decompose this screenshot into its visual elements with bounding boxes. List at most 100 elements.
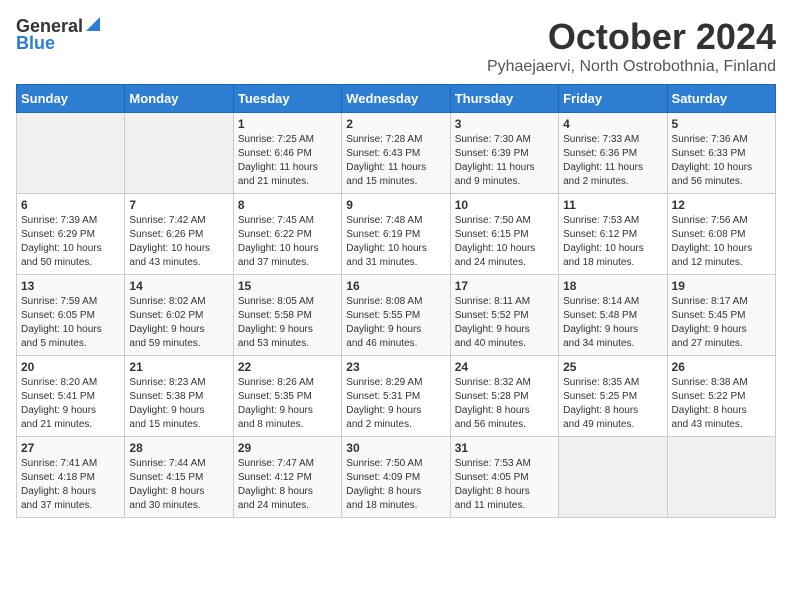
day-number: 6 (21, 198, 120, 212)
day-number: 1 (238, 117, 337, 131)
day-info: Sunrise: 7:59 AM Sunset: 6:05 PM Dayligh… (21, 295, 120, 351)
logo: General Blue (16, 16, 100, 54)
location-title: Pyhaejaervi, North Ostrobothnia, Finland (487, 58, 776, 76)
calendar-cell (667, 437, 775, 518)
day-info: Sunrise: 7:50 AM Sunset: 4:09 PM Dayligh… (346, 457, 445, 513)
day-header-saturday: Saturday (667, 85, 775, 113)
calendar-cell: 25Sunrise: 8:35 AM Sunset: 5:25 PM Dayli… (559, 356, 667, 437)
calendar-cell: 26 Sunrise: 8:38 AM Sunset: 5:22 PM Dayli… (667, 356, 775, 437)
calendar-week-2: 6 Sunrise: 7:39 AM Sunset: 6:29 PM Daylig… (17, 194, 776, 275)
day-number: 27 (21, 441, 120, 455)
calendar-cell: 19Sunrise: 8:17 AM Sunset: 5:45 PM Dayli… (667, 275, 775, 356)
calendar-cell (559, 437, 667, 518)
day-number: 16 (346, 279, 445, 293)
day-number: 28 (129, 441, 228, 455)
day-header-friday: Friday (559, 85, 667, 113)
day-info: Sunrise: 8:08 AM Sunset: 5:55 PM Dayligh… (346, 295, 445, 351)
calendar-cell: 6 Sunrise: 7:39 AM Sunset: 6:29 PM Daylig… (17, 194, 125, 275)
calendar-cell: 16 Sunrise: 8:08 AM Sunset: 5:55 PM Dayli… (342, 275, 450, 356)
calendar-cell: 15Sunrise: 8:05 AM Sunset: 5:58 PM Dayli… (233, 275, 341, 356)
logo-blue-text: Blue (16, 33, 55, 54)
day-number: 21 (129, 360, 228, 374)
header-row: SundayMondayTuesdayWednesdayThursdayFrid… (17, 85, 776, 113)
day-header-monday: Monday (125, 85, 233, 113)
calendar-cell: 13 Sunrise: 7:59 AM Sunset: 6:05 PM Dayli… (17, 275, 125, 356)
calendar-cell: 3 Sunrise: 7:30 AM Sunset: 6:39 PM Daylig… (450, 113, 558, 194)
calendar-cell: 23 Sunrise: 8:29 AM Sunset: 5:31 PM Dayli… (342, 356, 450, 437)
day-number: 20 (21, 360, 120, 374)
calendar-cell: 7Sunrise: 7:42 AM Sunset: 6:26 PM Daylig… (125, 194, 233, 275)
day-number: 18 (563, 279, 662, 293)
calendar-cell: 9 Sunrise: 7:48 AM Sunset: 6:19 PM Daylig… (342, 194, 450, 275)
logo-triangle-icon (86, 17, 100, 36)
day-number: 12 (672, 198, 771, 212)
day-info: Sunrise: 8:38 AM Sunset: 5:22 PM Dayligh… (672, 376, 771, 432)
day-info: Sunrise: 7:50 AM Sunset: 6:15 PM Dayligh… (455, 214, 554, 270)
header: General Blue October 2024 Pyhaejaervi, N… (16, 16, 776, 76)
calendar-week-5: 27 Sunrise: 7:41 AM Sunset: 4:18 PM Dayli… (17, 437, 776, 518)
calendar-table: SundayMondayTuesdayWednesdayThursdayFrid… (16, 84, 776, 518)
day-info: Sunrise: 7:53 AM Sunset: 6:12 PM Dayligh… (563, 214, 662, 270)
day-info: Sunrise: 8:02 AM Sunset: 6:02 PM Dayligh… (129, 295, 228, 351)
day-number: 9 (346, 198, 445, 212)
day-number: 26 (672, 360, 771, 374)
calendar-cell: 5 Sunrise: 7:36 AM Sunset: 6:33 PM Daylig… (667, 113, 775, 194)
day-number: 7 (129, 198, 228, 212)
day-info: Sunrise: 7:41 AM Sunset: 4:18 PM Dayligh… (21, 457, 120, 513)
calendar-cell (17, 113, 125, 194)
calendar-cell: 2Sunrise: 7:28 AM Sunset: 6:43 PM Daylig… (342, 113, 450, 194)
day-info: Sunrise: 8:29 AM Sunset: 5:31 PM Dayligh… (346, 376, 445, 432)
calendar-cell: 10Sunrise: 7:50 AM Sunset: 6:15 PM Dayli… (450, 194, 558, 275)
day-header-wednesday: Wednesday (342, 85, 450, 113)
calendar-body: 1 Sunrise: 7:25 AM Sunset: 6:46 PM Daylig… (17, 113, 776, 518)
day-info: Sunrise: 8:23 AM Sunset: 5:38 PM Dayligh… (129, 376, 228, 432)
day-header-thursday: Thursday (450, 85, 558, 113)
day-info: Sunrise: 7:39 AM Sunset: 6:29 PM Dayligh… (21, 214, 120, 270)
day-number: 3 (455, 117, 554, 131)
day-number: 25 (563, 360, 662, 374)
calendar-cell: 8Sunrise: 7:45 AM Sunset: 6:22 PM Daylig… (233, 194, 341, 275)
day-number: 4 (563, 117, 662, 131)
calendar-cell: 12 Sunrise: 7:56 AM Sunset: 6:08 PM Dayli… (667, 194, 775, 275)
day-info: Sunrise: 7:36 AM Sunset: 6:33 PM Dayligh… (672, 133, 771, 189)
day-number: 13 (21, 279, 120, 293)
calendar-cell: 17 Sunrise: 8:11 AM Sunset: 5:52 PM Dayli… (450, 275, 558, 356)
calendar-cell: 29 Sunrise: 7:47 AM Sunset: 4:12 PM Dayli… (233, 437, 341, 518)
day-number: 22 (238, 360, 337, 374)
day-number: 17 (455, 279, 554, 293)
calendar-cell: 1 Sunrise: 7:25 AM Sunset: 6:46 PM Daylig… (233, 113, 341, 194)
calendar-cell: 31 Sunrise: 7:53 AM Sunset: 4:05 PM Dayli… (450, 437, 558, 518)
day-number: 14 (129, 279, 228, 293)
title-area: October 2024 Pyhaejaervi, North Ostrobot… (487, 16, 776, 76)
calendar-week-1: 1 Sunrise: 7:25 AM Sunset: 6:46 PM Daylig… (17, 113, 776, 194)
calendar-cell: 27 Sunrise: 7:41 AM Sunset: 4:18 PM Dayli… (17, 437, 125, 518)
calendar-cell: 14 Sunrise: 8:02 AM Sunset: 6:02 PM Dayli… (125, 275, 233, 356)
day-number: 30 (346, 441, 445, 455)
day-number: 23 (346, 360, 445, 374)
calendar-cell: 4 Sunrise: 7:33 AM Sunset: 6:36 PM Daylig… (559, 113, 667, 194)
day-info: Sunrise: 7:30 AM Sunset: 6:39 PM Dayligh… (455, 133, 554, 189)
day-number: 5 (672, 117, 771, 131)
day-info: Sunrise: 7:33 AM Sunset: 6:36 PM Dayligh… (563, 133, 662, 189)
day-info: Sunrise: 7:56 AM Sunset: 6:08 PM Dayligh… (672, 214, 771, 270)
calendar-cell: 28Sunrise: 7:44 AM Sunset: 4:15 PM Dayli… (125, 437, 233, 518)
day-info: Sunrise: 7:53 AM Sunset: 4:05 PM Dayligh… (455, 457, 554, 513)
day-info: Sunrise: 8:32 AM Sunset: 5:28 PM Dayligh… (455, 376, 554, 432)
calendar-cell: 18Sunrise: 8:14 AM Sunset: 5:48 PM Dayli… (559, 275, 667, 356)
calendar-cell: 30 Sunrise: 7:50 AM Sunset: 4:09 PM Dayli… (342, 437, 450, 518)
day-info: Sunrise: 7:48 AM Sunset: 6:19 PM Dayligh… (346, 214, 445, 270)
calendar-cell: 11Sunrise: 7:53 AM Sunset: 6:12 PM Dayli… (559, 194, 667, 275)
day-info: Sunrise: 7:25 AM Sunset: 6:46 PM Dayligh… (238, 133, 337, 189)
day-number: 29 (238, 441, 337, 455)
day-info: Sunrise: 8:11 AM Sunset: 5:52 PM Dayligh… (455, 295, 554, 351)
calendar-week-3: 13 Sunrise: 7:59 AM Sunset: 6:05 PM Dayli… (17, 275, 776, 356)
calendar-cell: 20 Sunrise: 8:20 AM Sunset: 5:41 PM Dayli… (17, 356, 125, 437)
day-number: 31 (455, 441, 554, 455)
day-info: Sunrise: 8:20 AM Sunset: 5:41 PM Dayligh… (21, 376, 120, 432)
calendar-cell (125, 113, 233, 194)
day-number: 8 (238, 198, 337, 212)
calendar-cell: 24Sunrise: 8:32 AM Sunset: 5:28 PM Dayli… (450, 356, 558, 437)
calendar-cell: 21 Sunrise: 8:23 AM Sunset: 5:38 PM Dayli… (125, 356, 233, 437)
day-info: Sunrise: 7:47 AM Sunset: 4:12 PM Dayligh… (238, 457, 337, 513)
day-info: Sunrise: 8:26 AM Sunset: 5:35 PM Dayligh… (238, 376, 337, 432)
